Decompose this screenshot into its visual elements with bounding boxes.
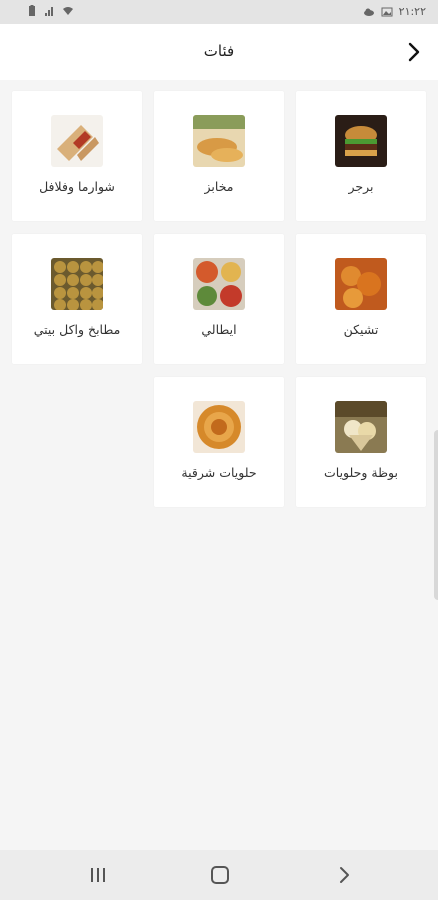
category-card-home-food[interactable]: مطابخ واكل بيتي — [12, 234, 142, 364]
wifi-icon — [63, 7, 73, 15]
status-left — [26, 5, 74, 17]
edge-scroll-handle[interactable] — [434, 430, 438, 600]
status-bar: ٢١:٢٢ — [0, 0, 438, 24]
back-button[interactable] — [400, 38, 428, 66]
status-time: ٢١:٢٢ — [398, 5, 426, 18]
category-card-italian[interactable]: ايطالي — [154, 234, 284, 364]
image-icon — [381, 7, 393, 16]
category-card-chicken[interactable]: تشيكن — [296, 234, 426, 364]
recent-apps-button[interactable] — [86, 863, 110, 887]
chicken-photo-icon — [335, 258, 387, 310]
page-title: فئات — [203, 42, 235, 60]
category-label: حلويات شرقية — [181, 465, 257, 480]
status-right: ٢١:٢٢ — [363, 5, 426, 18]
italian-photo-icon — [193, 258, 245, 310]
category-label: مخابز — [204, 179, 234, 194]
home-icon — [211, 866, 229, 884]
bakery-photo-icon — [193, 115, 245, 167]
recent-apps-icon — [91, 868, 105, 882]
category-label: ايطالي — [201, 322, 237, 337]
category-card-burger[interactable]: برجر — [296, 91, 426, 221]
category-label: برجر — [348, 179, 374, 194]
category-label: شوارما وفلافل — [39, 179, 115, 194]
signal-icon — [45, 7, 53, 16]
cloud-icon — [363, 8, 374, 16]
category-label: تشيكن — [343, 322, 379, 337]
category-card-bakery[interactable]: مخابز — [154, 91, 284, 221]
category-card-shawarma[interactable]: شوارما وفلافل — [12, 91, 142, 221]
system-nav-bar — [0, 850, 438, 900]
category-label: مطابخ واكل بيتي — [33, 322, 121, 337]
chevron-right-icon — [340, 867, 349, 883]
shawarma-photo-icon — [51, 115, 103, 167]
home-button[interactable] — [208, 863, 232, 887]
app-header: فئات — [0, 24, 438, 80]
chevron-right-icon — [408, 42, 420, 62]
battery-icon — [29, 5, 35, 16]
oriental-sweets-photo-icon — [193, 401, 245, 453]
category-label: بوظة وحلويات — [324, 465, 398, 480]
back-nav-button[interactable] — [332, 863, 356, 887]
category-card-oriental-sweets[interactable]: حلويات شرقية — [154, 377, 284, 507]
burger-photo-icon — [335, 115, 387, 167]
category-card-icecream[interactable]: بوظة وحلويات — [296, 377, 426, 507]
home-food-photo-icon — [51, 258, 103, 310]
icecream-photo-icon — [335, 401, 387, 453]
